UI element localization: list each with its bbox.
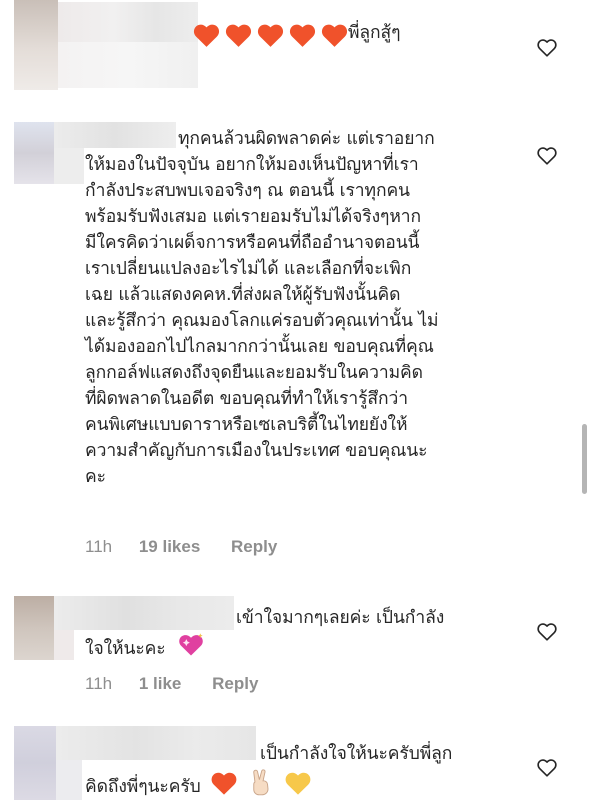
orange-heart-icon (257, 24, 284, 47)
blurred-username[interactable] (56, 726, 256, 760)
comment-text: คิดถึงพี่ๆนะครับ (85, 777, 201, 797)
scrollbar-thumb[interactable] (582, 424, 587, 494)
blurred-username[interactable] (54, 122, 176, 148)
heart-outline-icon[interactable] (536, 621, 558, 643)
heart-outline-icon[interactable] (536, 757, 558, 779)
comment-text-line: มีใครคิดว่าเผด็จการหรือคนที่ถืออำนาจตอนน… (85, 233, 420, 253)
comment-text-line: และรู้สึกว่า คุณมองโลกแค่รอบตัวคุณเท่านั… (85, 311, 439, 331)
blurred-avatar[interactable] (14, 0, 58, 90)
comment-likes[interactable]: 1 like (139, 674, 182, 693)
yellow-heart-icon (285, 772, 311, 795)
blurred-username[interactable] (54, 596, 234, 630)
comment-text-line: ให้มองในปัจจุบัน อยากให้มองเห็นปัญหาที่เ… (85, 155, 419, 175)
comment-text-line: เข้าใจมากๆเลยค่ะ เป็นกำลัง (236, 608, 445, 628)
blurred-username (54, 630, 74, 660)
heart-outline-icon[interactable] (536, 37, 558, 59)
comment-text-line: ที่ผิดพลาดในอดีต ขอบคุณที่ทำให้เรารู้สึก… (85, 389, 408, 409)
blurred-username (54, 148, 84, 184)
victory-hand-icon (253, 769, 269, 796)
comment-text-line: เป็นกำลังใจให้นะครับพี่ลูก (260, 744, 453, 764)
comment-text-line: ทุกคนล้วนผิดพลาดค่ะ แต่เราอยาก (178, 129, 435, 149)
blurred-avatar[interactable] (14, 726, 56, 800)
comment-text-line: คนพิเศษแบบดาราหรือเซเลบริตี้ในไทยยังให้ (85, 415, 408, 435)
comment-text-line-with-emoji: คิดถึงพี่ๆนะครับ (85, 768, 312, 801)
blurred-avatar[interactable] (14, 122, 54, 184)
sparkling-heart-icon (178, 633, 203, 656)
orange-heart-icon (289, 24, 316, 47)
comment-text-line: ความสำคัญกับการเมืองในประเทศ ขอบคุณนะ (85, 441, 428, 461)
comment-likes[interactable]: 19 likes (139, 537, 200, 556)
comment-text: พี่ลูกสู้ๆ (348, 23, 401, 43)
orange-heart-icon (321, 24, 348, 47)
comment-text-line: เฉย แล้วแสดงคคห.ที่ส่งผลให้ผู้รับฟังนั้น… (85, 285, 401, 305)
comment-text-line: กำลังประสบพบเจอจริงๆ ณ ตอนนี้ เราทุกคน (85, 181, 410, 201)
comment-time: 11h (85, 674, 113, 693)
heart-outline-icon[interactable] (536, 145, 558, 167)
comment-time: 11h (85, 537, 113, 556)
orange-heart-icon (225, 24, 252, 47)
comment-meta: 11h 19 likes Reply (85, 537, 277, 557)
comment-text-line-with-emoji: ใจให้นะคะ (85, 632, 205, 663)
blurred-username (56, 760, 82, 800)
comment-meta: 11h 1 like Reply (85, 674, 258, 694)
comment-text-line: เราเปลี่ยนแปลงอะไรไม่ได้ และเลือกที่จะเพ… (85, 259, 412, 279)
reply-button[interactable]: Reply (231, 537, 277, 556)
comment-text-line: พร้อมรับฟังเสมอ แต่เรายอมรับไม่ได้จริงๆห… (85, 207, 422, 227)
comment-text-line: ลูกกอล์ฟแสดงถึงจุดยืนและยอมรับในความคิด (85, 363, 423, 383)
reply-button[interactable]: Reply (212, 674, 258, 693)
orange-heart-icon (211, 772, 237, 795)
comment-text-line: ได้มองออกไปไกลมากกว่านั้นเลย ขอบคุณที่คุ… (85, 337, 434, 357)
comment-emoji-prefix (192, 22, 349, 48)
orange-heart-icon (193, 24, 220, 47)
blurred-username[interactable] (58, 2, 198, 42)
blurred-username (58, 42, 198, 88)
comment-text: ใจให้นะคะ (85, 639, 166, 659)
blurred-avatar[interactable] (14, 596, 54, 660)
comment-text-line: คะ (85, 467, 106, 487)
